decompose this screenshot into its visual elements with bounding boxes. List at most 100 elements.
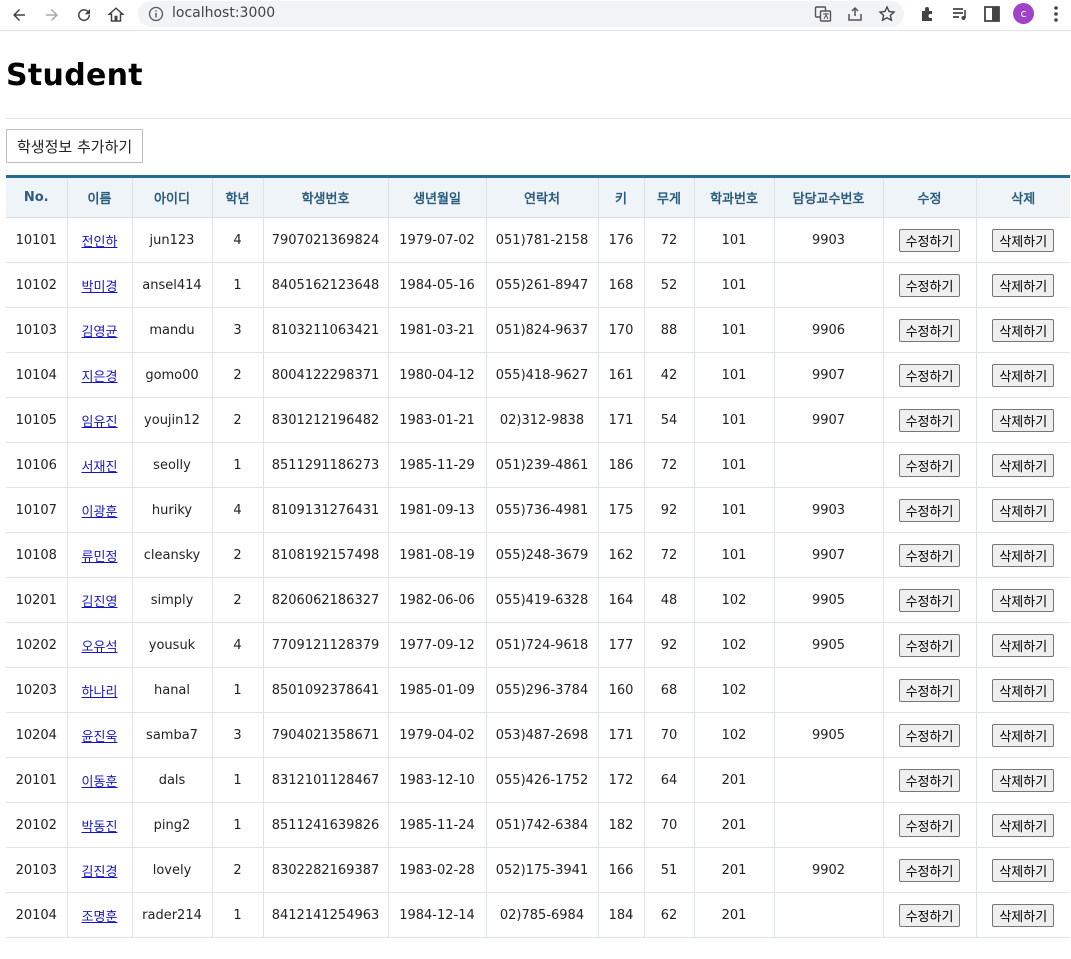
edit-button[interactable]: 수정하기	[898, 723, 961, 747]
cell-height: 177	[597, 622, 644, 668]
student-name-link[interactable]: 임유진	[82, 415, 118, 430]
student-name-link[interactable]: 김진영	[82, 595, 118, 610]
translate-icon[interactable]	[814, 5, 832, 23]
delete-button[interactable]: 삭제하기	[992, 723, 1055, 747]
student-name-link[interactable]: 이동훈	[82, 775, 118, 790]
delete-button[interactable]: 삭제하기	[992, 768, 1055, 792]
cell-student-number: 8301212196482	[262, 397, 388, 443]
more-menu-icon[interactable]	[1046, 4, 1066, 24]
forward-arrow-icon[interactable]	[40, 3, 64, 27]
student-name-link[interactable]: 윤진욱	[82, 730, 118, 745]
cell-edit: 수정하기	[882, 577, 976, 623]
cell-edit: 수정하기	[882, 712, 976, 758]
table-row: 10108 류민정 cleansky 2 8108192157498 1981-08-19…	[6, 532, 1070, 578]
edit-button[interactable]: 수정하기	[898, 543, 961, 567]
edit-button[interactable]: 수정하기	[898, 363, 961, 387]
student-name-link[interactable]: 하나리	[82, 685, 118, 700]
side-panel-icon[interactable]	[982, 4, 1002, 24]
cell-name: 오유석	[66, 622, 132, 668]
cell-birth: 1981-08-19	[387, 532, 486, 578]
edit-button[interactable]: 수정하기	[898, 813, 961, 837]
home-icon[interactable]	[104, 3, 128, 27]
edit-button[interactable]: 수정하기	[898, 228, 961, 252]
delete-button[interactable]: 삭제하기	[992, 273, 1055, 297]
cell-dept: 101	[693, 442, 774, 488]
cell-birth: 1984-05-16	[387, 262, 486, 308]
cell-dept: 101	[693, 532, 774, 578]
cell-grade: 4	[211, 622, 263, 668]
table-row: 10102 박미경 ansel414 1 8405162123648 1984-05-16…	[6, 262, 1070, 308]
delete-button[interactable]: 삭제하기	[992, 678, 1055, 702]
cell-id: samba7	[131, 712, 212, 758]
cell-dept: 102	[693, 712, 774, 758]
edit-button[interactable]: 수정하기	[898, 498, 961, 522]
student-name-link[interactable]: 서재진	[82, 460, 118, 475]
student-name-link[interactable]: 류민정	[82, 550, 118, 565]
cell-grade: 4	[211, 217, 263, 263]
student-name-link[interactable]: 박동진	[82, 820, 118, 835]
cell-height: 166	[597, 847, 644, 893]
delete-button[interactable]: 삭제하기	[992, 813, 1055, 837]
edit-button[interactable]: 수정하기	[898, 318, 961, 342]
delete-button[interactable]: 삭제하기	[992, 408, 1055, 432]
cell-professor: 9906	[773, 307, 883, 353]
cell-height: 176	[597, 217, 644, 263]
delete-button[interactable]: 삭제하기	[992, 363, 1055, 387]
cell-height: 171	[597, 397, 644, 443]
media-controls-icon[interactable]	[950, 4, 970, 24]
extensions-puzzle-icon[interactable]	[918, 4, 938, 24]
student-name-link[interactable]: 김진경	[82, 865, 118, 880]
cell-grade: 1	[211, 442, 263, 488]
bookmark-star-icon[interactable]	[878, 5, 896, 23]
edit-button[interactable]: 수정하기	[898, 633, 961, 657]
student-name-link[interactable]: 오유석	[82, 640, 118, 655]
delete-button[interactable]: 삭제하기	[992, 588, 1055, 612]
student-name-link[interactable]: 박미경	[82, 280, 118, 295]
cell-name: 류민정	[66, 532, 132, 578]
edit-button[interactable]: 수정하기	[898, 453, 961, 477]
delete-button[interactable]: 삭제하기	[992, 453, 1055, 477]
delete-button[interactable]: 삭제하기	[992, 228, 1055, 252]
student-name-link[interactable]: 지은경	[82, 370, 118, 385]
cell-height: 160	[597, 667, 644, 713]
cell-name: 전인하	[66, 217, 132, 263]
delete-button[interactable]: 삭제하기	[992, 318, 1055, 342]
cell-height: 170	[597, 307, 644, 353]
cell-delete: 삭제하기	[975, 352, 1070, 398]
add-student-button[interactable]: 학생정보 추가하기	[6, 129, 144, 163]
site-info-icon[interactable]	[148, 6, 164, 22]
student-name-link[interactable]: 김영균	[82, 325, 118, 340]
cell-no: 10103	[6, 307, 67, 353]
profile-avatar[interactable]: c	[1013, 3, 1034, 24]
reload-icon[interactable]	[72, 3, 96, 27]
student-name-link[interactable]: 전인하	[82, 235, 118, 250]
back-arrow-icon[interactable]	[7, 3, 31, 27]
edit-button[interactable]: 수정하기	[898, 678, 961, 702]
delete-button[interactable]: 삭제하기	[992, 633, 1055, 657]
delete-button[interactable]: 삭제하기	[992, 903, 1055, 927]
edit-button[interactable]: 수정하기	[898, 903, 961, 927]
cell-birth: 1977-09-12	[387, 622, 486, 668]
cell-dept: 101	[693, 217, 774, 263]
cell-delete: 삭제하기	[975, 262, 1070, 308]
cell-no: 10104	[6, 352, 67, 398]
share-icon[interactable]	[846, 5, 864, 23]
edit-button[interactable]: 수정하기	[898, 408, 961, 432]
edit-button[interactable]: 수정하기	[898, 588, 961, 612]
student-name-link[interactable]: 이광훈	[82, 505, 118, 520]
delete-button[interactable]: 삭제하기	[992, 543, 1055, 567]
delete-button[interactable]: 삭제하기	[992, 858, 1055, 882]
edit-button[interactable]: 수정하기	[898, 768, 961, 792]
cell-grade: 1	[211, 892, 263, 938]
cell-birth: 1983-02-28	[387, 847, 486, 893]
cell-student-number: 8312101128467	[262, 757, 388, 803]
cell-id: yousuk	[131, 622, 212, 668]
address-bar[interactable]: localhost:3000	[138, 1, 904, 27]
student-name-link[interactable]: 조명훈	[82, 910, 118, 925]
edit-button[interactable]: 수정하기	[898, 858, 961, 882]
delete-button[interactable]: 삭제하기	[992, 498, 1055, 522]
edit-button[interactable]: 수정하기	[898, 273, 961, 297]
cell-professor	[773, 442, 883, 488]
cell-professor: 9905	[773, 622, 883, 668]
cell-id: mandu	[131, 307, 212, 353]
